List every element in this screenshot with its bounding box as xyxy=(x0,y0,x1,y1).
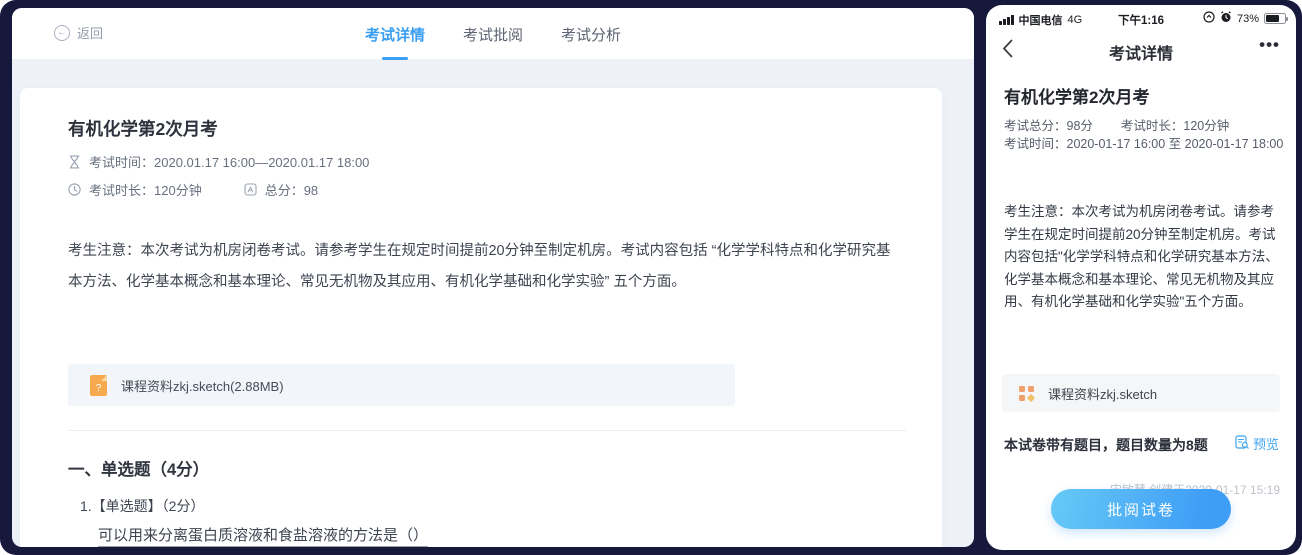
alarm-icon xyxy=(1220,11,1232,26)
exam-score-label: 总分：98 xyxy=(264,183,319,198)
desktop-panel: ← 返回 考试详情 考试批阅 考试分析 有机化学第2次月考 考试时间：2020.… xyxy=(12,8,974,547)
preview-doc-icon xyxy=(1235,435,1249,452)
mobile-attachment-row[interactable]: 课程资料zkj.sketch xyxy=(1002,374,1280,412)
mobile-total-score-label: 考试总分：98分 xyxy=(1004,119,1093,133)
exam-detail-card: 有机化学第2次月考 考试时间：2020.01.17 16:00—2020.01.… xyxy=(20,88,942,547)
review-exam-button[interactable]: 批阅试卷 xyxy=(1051,489,1231,529)
attachment-row[interactable]: ? 课程资料zkj.sketch(2.88MB) xyxy=(68,364,735,406)
file-icon: ? xyxy=(90,374,107,396)
phone-panel: 中国电信 4G 下午1:16 73% 考试详情 ••• 有机化学第2次月考 考试… xyxy=(986,5,1296,550)
score-icon xyxy=(244,183,257,196)
exam-duration-score-row: 考试时长：120分钟 总分：98 xyxy=(68,180,318,199)
mobile-meta-row-1: 考试总分：98分 考试时长：120分钟 xyxy=(1004,115,1229,134)
exam-title: 有机化学第2次月考 xyxy=(68,119,218,139)
phone-nav-title: 考试详情 xyxy=(1108,46,1173,63)
tab-exam-analysis[interactable]: 考试分析 xyxy=(559,10,623,59)
question-count-info: 本试卷带有题目，题目数量为8题 xyxy=(1004,437,1208,453)
mobile-duration-label: 考试时长：120分钟 xyxy=(1120,119,1230,133)
status-right: 73% xyxy=(1203,11,1288,26)
mobile-attachment-label: 课程资料zkj.sketch xyxy=(1048,386,1158,402)
mobile-time-label: 考试时间：2020-01-17 16:00 至 2020-01-17 18:00 xyxy=(1004,137,1284,151)
sketch-file-icon xyxy=(1019,385,1036,402)
tab-exam-review[interactable]: 考试批阅 xyxy=(461,10,525,59)
clock-icon xyxy=(68,183,81,196)
mobile-exam-notice: 考生注意：本次考试为机房闭卷考试。请参考学生在规定时间提前20分钟至制定机房。考… xyxy=(1004,204,1279,309)
exam-time-label: 考试时间：2020.01.17 16:00—2020.01.17 18:00 xyxy=(89,155,370,170)
section-title: 一、单选题（4分） xyxy=(68,461,210,479)
mobile-exam-title: 有机化学第2次月考 xyxy=(1004,88,1150,107)
attachment-label: 课程资料zkj.sketch(2.88MB) xyxy=(121,378,284,394)
phone-nav-bar: 考试详情 ••• xyxy=(986,33,1296,65)
hourglass-icon xyxy=(68,154,81,169)
exam-duration-label: 考试时长：120分钟 xyxy=(89,183,202,198)
phone-status-bar: 中国电信 4G 下午1:16 73% xyxy=(986,11,1296,29)
question-text: 可以用来分离蛋白质溶液和食盐溶液的方法是（） xyxy=(98,527,429,547)
more-options-button[interactable]: ••• xyxy=(1259,35,1280,55)
battery-percent: 73% xyxy=(1236,12,1259,25)
tab-bar: 考试详情 考试批阅 考试分析 xyxy=(12,8,974,60)
battery-icon xyxy=(1264,13,1288,24)
exam-time-row: 考试时间：2020.01.17 16:00—2020.01.17 18:00 xyxy=(68,152,369,171)
preview-label: 预览 xyxy=(1252,437,1279,452)
question-header: 1.【单选题】（2分） xyxy=(80,498,205,514)
preview-link[interactable]: 预览 xyxy=(1235,434,1279,453)
tab-exam-detail[interactable]: 考试详情 xyxy=(363,10,427,59)
divider xyxy=(68,430,906,431)
rotation-lock-icon xyxy=(1203,11,1215,26)
desktop-header: ← 返回 考试详情 考试批阅 考试分析 xyxy=(12,8,974,60)
screenshot-frame: ← 返回 考试详情 考试批阅 考试分析 有机化学第2次月考 考试时间：2020.… xyxy=(0,0,1302,555)
exam-notice: 考生注意：本次考试为机房闭卷考试。请参考学生在规定时间提前20分钟至制定机房。考… xyxy=(68,243,891,290)
